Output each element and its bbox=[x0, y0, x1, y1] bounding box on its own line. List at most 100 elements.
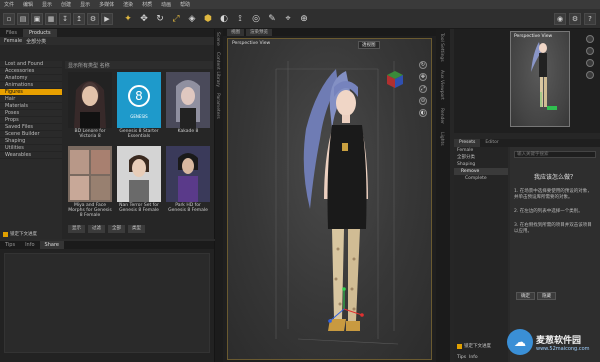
menu-item-view[interactable]: 显示 bbox=[42, 1, 52, 8]
menu-item-window[interactable]: 显示 bbox=[80, 1, 90, 8]
tree-item-all[interactable]: 全部分类 bbox=[454, 154, 508, 161]
rotate-tool-icon[interactable]: ↻ bbox=[153, 12, 167, 26]
translate-tool-icon[interactable]: ✥ bbox=[137, 12, 151, 26]
sidebar-item-materials[interactable]: Materials bbox=[0, 103, 62, 110]
universal-tool-icon[interactable]: ✦ bbox=[121, 12, 135, 26]
tab-files[interactable]: Files bbox=[0, 29, 23, 37]
sidebar-item-poses[interactable]: Poses bbox=[0, 110, 62, 117]
node-tool-icon[interactable]: ⊕ bbox=[297, 12, 311, 26]
menu-item-material[interactable]: 材质 bbox=[142, 1, 152, 8]
surface-tool-icon[interactable]: ◐ bbox=[217, 12, 231, 26]
scale-tool-icon[interactable]: ⤢ bbox=[169, 12, 183, 26]
aux-viewport-canvas[interactable]: Perspective View bbox=[510, 31, 570, 127]
aux-pan-icon[interactable] bbox=[586, 47, 594, 55]
preset-search-input[interactable]: 输入关键字搜索 bbox=[514, 151, 596, 158]
tab-tool-settings[interactable]: Tool Settings bbox=[436, 29, 447, 66]
render-icon[interactable]: ▶ bbox=[101, 12, 113, 25]
grid-item[interactable]: Nan Terror Set for Genesis 8 Female bbox=[117, 146, 161, 217]
camera-tool-icon[interactable]: ⌖ bbox=[281, 12, 295, 26]
menu-item-edit[interactable]: 编辑 bbox=[23, 1, 33, 8]
lock-checkbox[interactable] bbox=[3, 231, 8, 237]
menu-item-create[interactable]: 创建 bbox=[61, 1, 71, 8]
frame-icon[interactable]: ⊙ bbox=[419, 97, 427, 105]
zoom-icon[interactable]: ⤢ bbox=[419, 85, 427, 93]
tab-share[interactable]: Share bbox=[39, 241, 64, 249]
crumb-all[interactable]: 全部分类 bbox=[26, 38, 46, 45]
sidebar-item-shaping[interactable]: Shaping bbox=[0, 138, 62, 145]
tree-item-female[interactable]: Female bbox=[454, 147, 508, 154]
spot-render-icon[interactable]: ◎ bbox=[249, 12, 263, 26]
tree-item-shaping[interactable]: Shaping bbox=[454, 161, 508, 168]
menu-item-media[interactable]: 多媒体 bbox=[99, 1, 114, 8]
tab-viewport[interactable]: 视图 bbox=[227, 29, 244, 36]
tab-scene[interactable]: Scene bbox=[215, 29, 220, 49]
sidebar-item-props[interactable]: Props bbox=[0, 117, 62, 124]
menu-item-help[interactable]: 帮助 bbox=[180, 1, 190, 8]
tab-presets[interactable]: Presets bbox=[454, 139, 481, 147]
grid-item[interactable]: Park HD for Genesis 8 Female bbox=[166, 146, 210, 217]
tab-parameters[interactable]: Parameters bbox=[215, 90, 220, 122]
tab-lights[interactable]: Lights bbox=[436, 128, 447, 150]
save-as-icon[interactable]: ▦ bbox=[45, 12, 57, 25]
confirm-button[interactable]: 确定 bbox=[516, 292, 535, 300]
viewport-canvas[interactable]: Perspective View 透视图 ↻ ✥ ⤢ ⊙ ◐ bbox=[227, 38, 432, 360]
grid-item[interactable]: Kakade 8 bbox=[166, 72, 210, 143]
tab-render[interactable]: Render bbox=[436, 104, 447, 128]
presets-footer: 锁定下文进度 bbox=[454, 343, 491, 349]
tab-products[interactable]: Products bbox=[22, 29, 57, 37]
grid-footer-button[interactable]: 类型 bbox=[128, 225, 145, 233]
menu-item-file[interactable]: 文件 bbox=[4, 1, 14, 8]
sidebar-item-scene-builder[interactable]: Scene Builder bbox=[0, 131, 62, 138]
tree-item-complete[interactable]: Complete bbox=[454, 175, 508, 182]
pan-icon[interactable]: ✥ bbox=[419, 73, 427, 81]
sidebar-item-saved-files[interactable]: Saved Files bbox=[0, 124, 62, 131]
grid-item[interactable]: Miya and Face Morphs for Genesis 8 Femal… bbox=[68, 146, 112, 217]
geometry-tool-icon[interactable]: ⬢ bbox=[201, 12, 215, 26]
sidebar-item-lost-and-found[interactable]: Lost and Found bbox=[0, 61, 62, 68]
text-tool-icon[interactable]: ✎ bbox=[265, 12, 279, 26]
tree-item-remove[interactable]: Remove bbox=[454, 168, 508, 175]
grid-footer-button[interactable]: 显示 bbox=[68, 225, 85, 233]
aux-zoom-icon[interactable] bbox=[586, 59, 594, 67]
aux-frame-icon[interactable] bbox=[586, 71, 594, 79]
tab-editor[interactable]: Editor bbox=[480, 139, 503, 147]
sidebar-item-wearables[interactable]: Wearables bbox=[0, 152, 62, 159]
save-file-icon[interactable]: ▣ bbox=[31, 12, 43, 25]
sidebar-item-figures[interactable]: Figures bbox=[0, 89, 62, 96]
tab-tips[interactable]: Tips bbox=[0, 241, 20, 249]
joint-editor-icon[interactable]: ⟟ bbox=[233, 12, 247, 26]
roll-icon[interactable]: ◐ bbox=[419, 109, 427, 117]
aux-orbit-icon[interactable] bbox=[586, 35, 594, 43]
sidebar-item-utilities[interactable]: Utilities bbox=[0, 145, 62, 152]
tab-info[interactable]: Info bbox=[469, 355, 478, 360]
tab-aux-viewport[interactable]: Aux Viewport bbox=[436, 66, 447, 104]
sidebar-item-accessories[interactable]: Accessories bbox=[0, 68, 62, 75]
help-icon[interactable]: ? bbox=[584, 12, 596, 25]
grid-footer-button[interactable]: 全部 bbox=[108, 225, 125, 233]
grid-item[interactable]: BD Lenore for Victoria 8 bbox=[68, 72, 112, 143]
open-file-icon[interactable]: ▤ bbox=[17, 12, 29, 25]
sidebar-item-animations[interactable]: Animations bbox=[0, 82, 62, 89]
navigation-cube[interactable] bbox=[384, 69, 404, 89]
import-icon[interactable]: ↧ bbox=[59, 12, 71, 25]
sidebar-item-hair[interactable]: Hair bbox=[0, 96, 62, 103]
tab-info[interactable]: Info bbox=[20, 241, 39, 249]
tab-content-library[interactable]: Content Library bbox=[215, 49, 220, 90]
render-settings-icon[interactable]: ⚙ bbox=[87, 12, 99, 25]
render-icon[interactable]: ◉ bbox=[554, 12, 566, 25]
menu-item-render[interactable]: 渲染 bbox=[123, 1, 133, 8]
menu-item-animation[interactable]: 动画 bbox=[161, 1, 171, 8]
new-file-icon[interactable]: ▫ bbox=[3, 12, 15, 25]
lock-checkbox[interactable] bbox=[457, 343, 462, 349]
tab-render-preview[interactable]: 渲染预览 bbox=[246, 29, 272, 36]
hide-button[interactable]: 隐藏 bbox=[537, 292, 556, 300]
grid-item[interactable]: 8 GENESIS Genesis 8 Starter Essentials bbox=[117, 72, 161, 143]
settings-icon[interactable]: ⚙ bbox=[569, 12, 581, 25]
node-weight-tool-icon[interactable]: ◈ bbox=[185, 12, 199, 26]
grid-footer-button[interactable]: 过滤 bbox=[88, 225, 105, 233]
export-icon[interactable]: ↥ bbox=[73, 12, 85, 25]
sidebar-item-anatomy[interactable]: Anatomy bbox=[0, 75, 62, 82]
crumb-category[interactable]: Female bbox=[4, 38, 22, 44]
orbit-icon[interactable]: ↻ bbox=[419, 61, 427, 69]
tab-tips[interactable]: Tips bbox=[457, 355, 466, 360]
